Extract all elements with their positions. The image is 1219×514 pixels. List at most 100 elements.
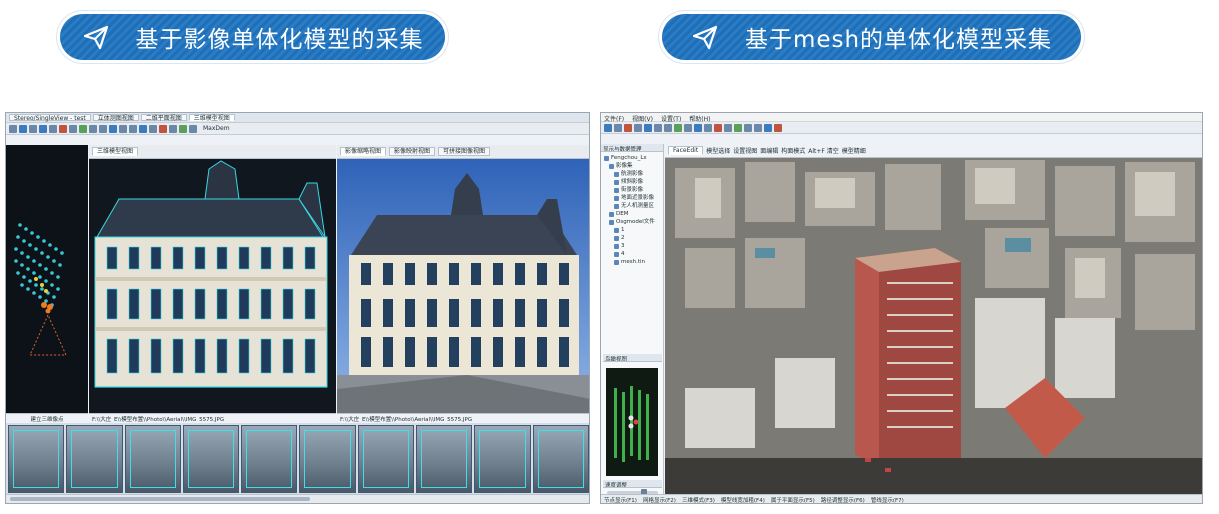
status-line-width[interactable]: 模型线宽加粗(F4): [721, 496, 765, 503]
tab-stereo[interactable]: Stereo/SingleView - test: [9, 114, 91, 122]
tree-item[interactable]: 无人机测量区: [604, 202, 660, 210]
view-tool-settings[interactable]: 设置视图: [733, 146, 757, 155]
image-thumbnail[interactable]: [66, 425, 123, 493]
copy-icon[interactable]: [169, 124, 177, 133]
tree-item[interactable]: 2: [604, 234, 660, 242]
tab-thumbnail-view[interactable]: 影像缩略视图: [340, 147, 387, 156]
menu-view[interactable]: 视图(V): [632, 114, 653, 123]
pan-icon[interactable]: [634, 123, 642, 132]
menu-file[interactable]: 文件(F): [604, 114, 624, 123]
settings-icon[interactable]: [189, 124, 197, 133]
select-icon[interactable]: [49, 124, 57, 133]
tab-mapping-view[interactable]: 影像映射视图: [389, 147, 436, 156]
line-icon[interactable]: [654, 123, 662, 132]
image-icon: [614, 203, 619, 209]
view-tool-face-edit[interactable]: 面编辑: [760, 146, 778, 155]
image-thumbnail[interactable]: [182, 425, 240, 493]
model-view-pane[interactable]: 三维模型视图: [89, 145, 336, 413]
close-icon[interactable]: [774, 123, 782, 132]
snap-icon[interactable]: [149, 124, 157, 133]
checkbox-icon: [614, 235, 619, 241]
tree-item[interactable]: Fengchou_Lx: [604, 154, 660, 162]
status-grid[interactable]: 网格显示(F2): [643, 496, 676, 503]
export-icon[interactable]: [764, 123, 772, 132]
horizontal-scrollbar[interactable]: [6, 494, 589, 503]
aerial-photo-graphic: [337, 159, 589, 413]
camera-icon[interactable]: [79, 124, 87, 133]
birdseye-view[interactable]: [606, 368, 658, 476]
move-icon[interactable]: [69, 124, 77, 133]
cut-icon[interactable]: [714, 123, 722, 132]
view-tool-refine[interactable]: 模型精细: [842, 146, 866, 155]
tree-item[interactable]: 1: [604, 226, 660, 234]
save-icon[interactable]: [624, 123, 632, 132]
paper-plane-icon: [83, 25, 108, 50]
rectangle-icon[interactable]: [664, 123, 672, 132]
tree-item[interactable]: mesh.tin: [604, 258, 660, 266]
circle-icon[interactable]: [119, 124, 127, 133]
image-thumbnail[interactable]: [474, 425, 531, 493]
tree-item[interactable]: 3: [604, 242, 660, 250]
tree-item[interactable]: 影像集: [604, 162, 660, 170]
menu-settings[interactable]: 设置(T): [661, 114, 681, 123]
status-pipe[interactable]: 管线显示(F7): [871, 496, 904, 503]
tree-item[interactable]: 航测影像: [604, 170, 660, 178]
status-path[interactable]: 路径调整显示(F6): [821, 496, 865, 503]
open-icon[interactable]: [19, 124, 27, 133]
tab-faceedit[interactable]: FaceEdit: [668, 146, 704, 155]
rotate-icon[interactable]: [644, 123, 652, 132]
circle-icon[interactable]: [674, 123, 682, 132]
layer-icon[interactable]: [39, 124, 47, 133]
tree-item[interactable]: Osgmodel文件: [604, 218, 660, 226]
grid-icon[interactable]: [29, 124, 37, 133]
polygon-icon[interactable]: [109, 124, 117, 133]
tree-item[interactable]: 倾斜影像: [604, 178, 660, 186]
menu-help[interactable]: 帮助(H): [689, 114, 710, 123]
mesh-3d-view[interactable]: FaceEdit 模型选择 设置视图 面编辑 构面模式 Alt+F 清空 模型精…: [665, 144, 1202, 496]
view-tool-select[interactable]: 模型选择: [706, 146, 730, 155]
polygon-icon[interactable]: [684, 123, 692, 132]
page: 基于影像单体化模型的采集 基于mesh的单体化模型采集 Stereo/Singl…: [0, 0, 1219, 514]
tree-item[interactable]: 4: [604, 250, 660, 258]
tree-item[interactable]: 街景影像: [604, 186, 660, 194]
delete-icon[interactable]: [59, 124, 67, 133]
layer-icon[interactable]: [734, 123, 742, 132]
mesh-icon[interactable]: [694, 123, 702, 132]
color-icon[interactable]: [179, 124, 187, 133]
view-tool-clear[interactable]: Alt+F 清空: [808, 146, 839, 155]
data-manager-sidebar: 显示与数据管理 Fengchou_Lx 影像集 航测影像 倾斜影像 街景影像 地…: [601, 144, 664, 497]
open-icon[interactable]: [614, 123, 622, 132]
redo-icon[interactable]: [754, 123, 762, 132]
checkbox-icon: [614, 227, 619, 233]
measure-icon[interactable]: [724, 123, 732, 132]
photo-view-pane[interactable]: 影像缩略视图 影像映射视图 可拼接图像视图: [337, 145, 589, 413]
status-plane[interactable]: 属于平面显示(F5): [771, 496, 815, 503]
line-icon[interactable]: [89, 124, 97, 133]
image-thumbnail[interactable]: [8, 425, 65, 493]
tree-item[interactable]: DEM: [604, 210, 660, 218]
tree-item[interactable]: 地面近景影像: [604, 194, 660, 202]
polyline-icon[interactable]: [99, 124, 107, 133]
save-icon[interactable]: [9, 124, 17, 133]
image-thumbnail[interactable]: [357, 425, 415, 493]
tab-stereo-mapping[interactable]: 立体测图视图: [92, 114, 139, 122]
image-thumbnail[interactable]: [416, 425, 473, 493]
undo-icon[interactable]: [744, 123, 752, 132]
image-thumbnail[interactable]: [124, 425, 181, 493]
status-3d-mode[interactable]: 三维模式(F3): [682, 496, 715, 503]
tab-model-view[interactable]: 三维模型视图: [92, 147, 139, 156]
cut-icon[interactable]: [159, 124, 167, 133]
point-cloud-pane[interactable]: [6, 145, 88, 413]
view-tool-build-face[interactable]: 构面模式: [781, 146, 805, 155]
snap-icon[interactable]: [704, 123, 712, 132]
tab-3d-model[interactable]: 三维模型视图: [188, 114, 235, 122]
image-thumbnail[interactable]: [299, 425, 356, 493]
building-icon[interactable]: [139, 124, 147, 133]
status-node[interactable]: 节点显示(F1): [604, 496, 637, 503]
image-thumbnail[interactable]: [241, 425, 298, 493]
tab-2d[interactable]: 二维平面视图: [140, 114, 187, 122]
tab-stitch-view[interactable]: 可拼接图像视图: [438, 147, 491, 156]
new-icon[interactable]: [604, 123, 612, 132]
image-thumbnail[interactable]: [532, 425, 589, 493]
rectangle-icon[interactable]: [129, 124, 137, 133]
